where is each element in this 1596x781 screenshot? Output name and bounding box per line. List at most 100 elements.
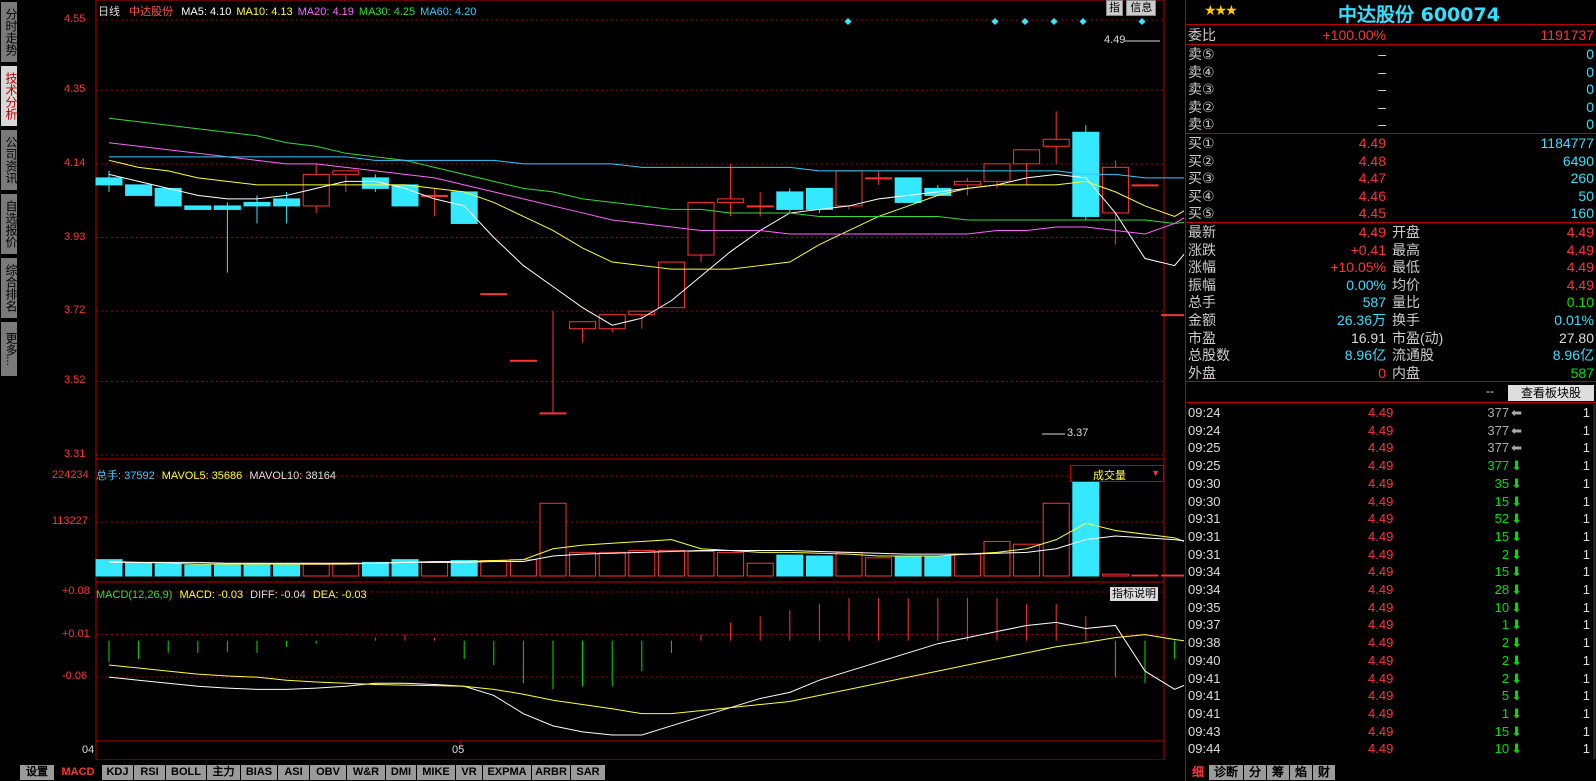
stat-row: 涨跌 +0.41 最高 4.49 <box>1188 241 1596 259</box>
buy-level-price: 4.47 <box>1358 170 1386 187</box>
stat-value: 4.49 <box>1566 276 1594 293</box>
volume-bar <box>687 550 715 577</box>
tick-time: 09:41 <box>1188 705 1221 721</box>
candle-body <box>717 198 745 203</box>
indicator-tab[interactable]: BIAS <box>241 765 278 780</box>
buy-level-label: 买① <box>1188 135 1215 151</box>
tick-row: 09:31 4.49 52 ⬇ 1 <box>1188 510 1592 528</box>
detail-tab[interactable]: 细 <box>1188 765 1209 780</box>
indicator-tab[interactable]: ARBR <box>532 765 571 780</box>
arrow-down-icon: ⬇ <box>1511 741 1522 757</box>
volume-bar <box>539 502 567 577</box>
left-nav-tab[interactable]: 分时走势 <box>1 2 18 64</box>
sell-level-price: – <box>1378 98 1386 115</box>
detail-tab[interactable]: 焰 <box>1290 765 1313 780</box>
event-diamond-icon[interactable] <box>1079 17 1087 26</box>
stat-value: 4.49 <box>1566 224 1594 240</box>
indicator-tab[interactable]: MACD <box>55 765 102 780</box>
indicator-tab[interactable]: SAR <box>571 765 606 780</box>
buy-level-volume: 260 <box>1570 170 1594 187</box>
indicator-button[interactable]: 指 <box>1106 0 1123 16</box>
candle-body <box>184 205 212 210</box>
indicator-help-button[interactable]: 指标说明 <box>1110 587 1158 601</box>
indicator-tab[interactable]: W&R <box>347 765 386 780</box>
volume-bar <box>894 555 922 577</box>
indicator-tab[interactable]: EXPMA <box>483 765 532 780</box>
macd-y-tick: +0.01 <box>62 627 90 640</box>
ma5-line <box>108 173 1205 326</box>
tick-row: 09:34 4.49 28 ⬇ 1 <box>1188 581 1592 599</box>
indicator-selector[interactable]: 成交量 ▼ <box>1070 465 1164 482</box>
volume-bar <box>717 551 745 577</box>
tick-volume: 15 ⬇ <box>1495 563 1522 581</box>
sell-level-row: 卖④ – 0 <box>1188 63 1596 81</box>
tick-count: 1 <box>1582 405 1590 420</box>
tick-count: 1 <box>1582 458 1590 474</box>
indicator-tab[interactable]: 主力 <box>207 765 241 780</box>
tick-volume-value: 377 <box>1487 422 1510 438</box>
detail-tab[interactable]: 分 <box>1244 765 1267 780</box>
tick-volume-value: 10 <box>1494 741 1510 757</box>
event-diamond-icon[interactable] <box>1021 17 1029 26</box>
info-button[interactable]: 信息 <box>1126 0 1157 16</box>
tick-volume-value: 28 <box>1494 582 1510 597</box>
tick-count: 1 <box>1582 546 1590 562</box>
buy-level-label: 买③ <box>1188 170 1215 187</box>
detail-tab[interactable]: 诊断 <box>1209 765 1244 780</box>
tick-row: 09:24 4.49 377 ⬅ 1 <box>1188 422 1592 440</box>
candle-body <box>480 293 508 296</box>
tick-volume: 10 ⬇ <box>1495 740 1522 758</box>
indicator-tab[interactable]: 设置 <box>20 765 55 780</box>
indicator-tab[interactable]: RSI <box>134 765 166 780</box>
quote-title: 中达股份 600074 <box>1338 4 1500 26</box>
indicator-tab[interactable]: ASI <box>278 765 310 780</box>
view-sector-button[interactable]: 查看板块股 <box>1508 385 1594 401</box>
indicator-tab[interactable]: VR <box>456 765 483 780</box>
buy-level-price: 4.49 <box>1358 135 1386 151</box>
indicator-tab[interactable]: DMI <box>386 765 417 780</box>
y-tick-label: 3.31 <box>64 448 86 460</box>
indicator-tab[interactable]: KDJ <box>102 765 134 780</box>
arrow-down-icon: ⬇ <box>1511 705 1522 721</box>
ma-labels: MA5: 4.10 MA10: 4.13 MA20: 4.19 MA30: 4.25 M… <box>176 6 476 18</box>
macd-title: MACD(12,26,9) <box>96 589 173 601</box>
buy-level-volume: 1184777 <box>1540 135 1594 151</box>
left-nav-tab[interactable]: 技术分析 <box>1 66 18 128</box>
left-nav-tab[interactable]: 综合排名 <box>1 258 18 320</box>
stat-label: 涨幅 <box>1188 259 1216 276</box>
event-diamond-icon[interactable] <box>1050 17 1058 26</box>
event-diamond-icon[interactable] <box>991 17 999 26</box>
event-diamond-icon[interactable] <box>844 17 852 26</box>
sell-level-price: – <box>1378 81 1386 98</box>
tick-count: 1 <box>1582 582 1590 597</box>
indicator-tab[interactable]: BOLL <box>166 765 207 780</box>
indicator-selector-label: 成交量 <box>1093 470 1126 482</box>
event-diamond-icon[interactable] <box>1138 17 1146 26</box>
ma10-line <box>108 159 1205 270</box>
detail-tab[interactable]: 财 <box>1313 765 1336 780</box>
candle-body <box>332 170 360 175</box>
left-nav-tab[interactable]: 公司资讯 <box>1 130 18 192</box>
tick-volume: 377 ⬇ <box>1487 457 1522 475</box>
ma-label: MA10: 4.13 <box>236 6 293 18</box>
weibi-label: 委比 <box>1188 27 1216 43</box>
tick-count: 1 <box>1582 475 1590 491</box>
indicator-tab[interactable]: MIKE <box>417 765 456 780</box>
detail-tab[interactable]: 筹 <box>1267 765 1290 780</box>
tick-row: 09:41 4.49 1 ⬇ 1 <box>1188 705 1592 723</box>
indicator-tab[interactable]: OBV <box>310 765 347 780</box>
tick-price: 4.49 <box>1368 405 1394 420</box>
sell-level-volume: 0 <box>1586 98 1594 115</box>
left-nav-tab[interactable]: 自选报价 <box>1 194 18 256</box>
tick-price: 4.49 <box>1368 493 1394 509</box>
low-price-label: 3.37 <box>1067 426 1089 439</box>
chart-area[interactable]: 日线 中达股份 MA5: 4.10 MA10: 4.13 MA20: 4.19 MA3… <box>20 0 1235 761</box>
stat-label: 总手 <box>1188 294 1216 311</box>
tick-time: 09:31 <box>1188 511 1221 527</box>
tick-volume-value: 1 <box>1501 705 1510 721</box>
tick-count: 1 <box>1582 741 1590 757</box>
candle-body <box>983 163 1011 182</box>
left-nav-tab[interactable]: 更多... <box>1 322 18 378</box>
tick-time: 09:44 <box>1188 741 1221 757</box>
chart-canvas[interactable] <box>20 0 1235 761</box>
